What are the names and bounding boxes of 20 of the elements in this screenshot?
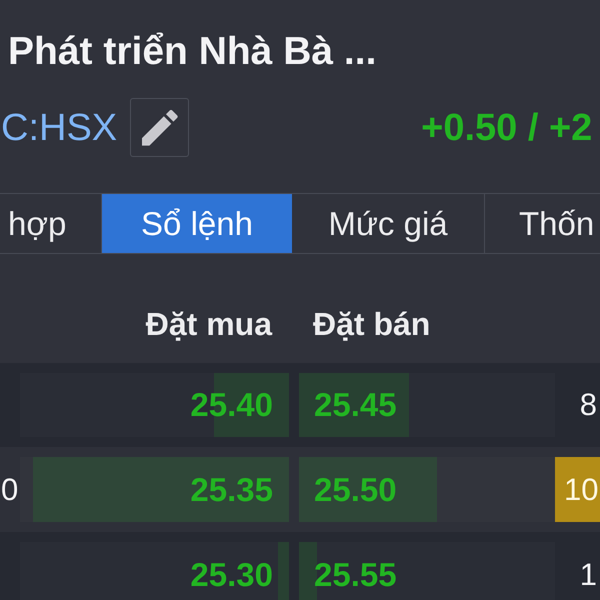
- bid-price: 25.40: [190, 386, 273, 424]
- column-header: Đặt bán: [313, 306, 430, 344]
- exchange-symbol: C:HSX: [1, 106, 118, 150]
- bid-price: 25.30: [190, 556, 273, 594]
- highlighted-volume: 10: [555, 457, 600, 522]
- column-header: Đặt mua: [146, 306, 272, 344]
- tab[interactable]: Mức giá: [292, 194, 485, 253]
- ask-price: 25.50: [314, 470, 397, 508]
- price-change: +0.50 / +2: [421, 106, 592, 150]
- tab[interactable]: Thốn: [485, 194, 600, 253]
- ask-price: 25.55: [314, 556, 397, 594]
- bid-price: 25.35: [190, 470, 273, 508]
- volume-text: 1: [580, 556, 598, 594]
- ask-price: 25.45: [314, 386, 397, 424]
- edit-button[interactable]: [130, 98, 190, 157]
- volume-text: 8: [580, 386, 598, 424]
- stock-title: Phát triển Nhà Bà ...: [8, 30, 376, 74]
- pencil-icon: [142, 110, 178, 146]
- volume-text: 0: [1, 470, 18, 508]
- tab[interactable]: Sổ lệnh: [102, 194, 292, 253]
